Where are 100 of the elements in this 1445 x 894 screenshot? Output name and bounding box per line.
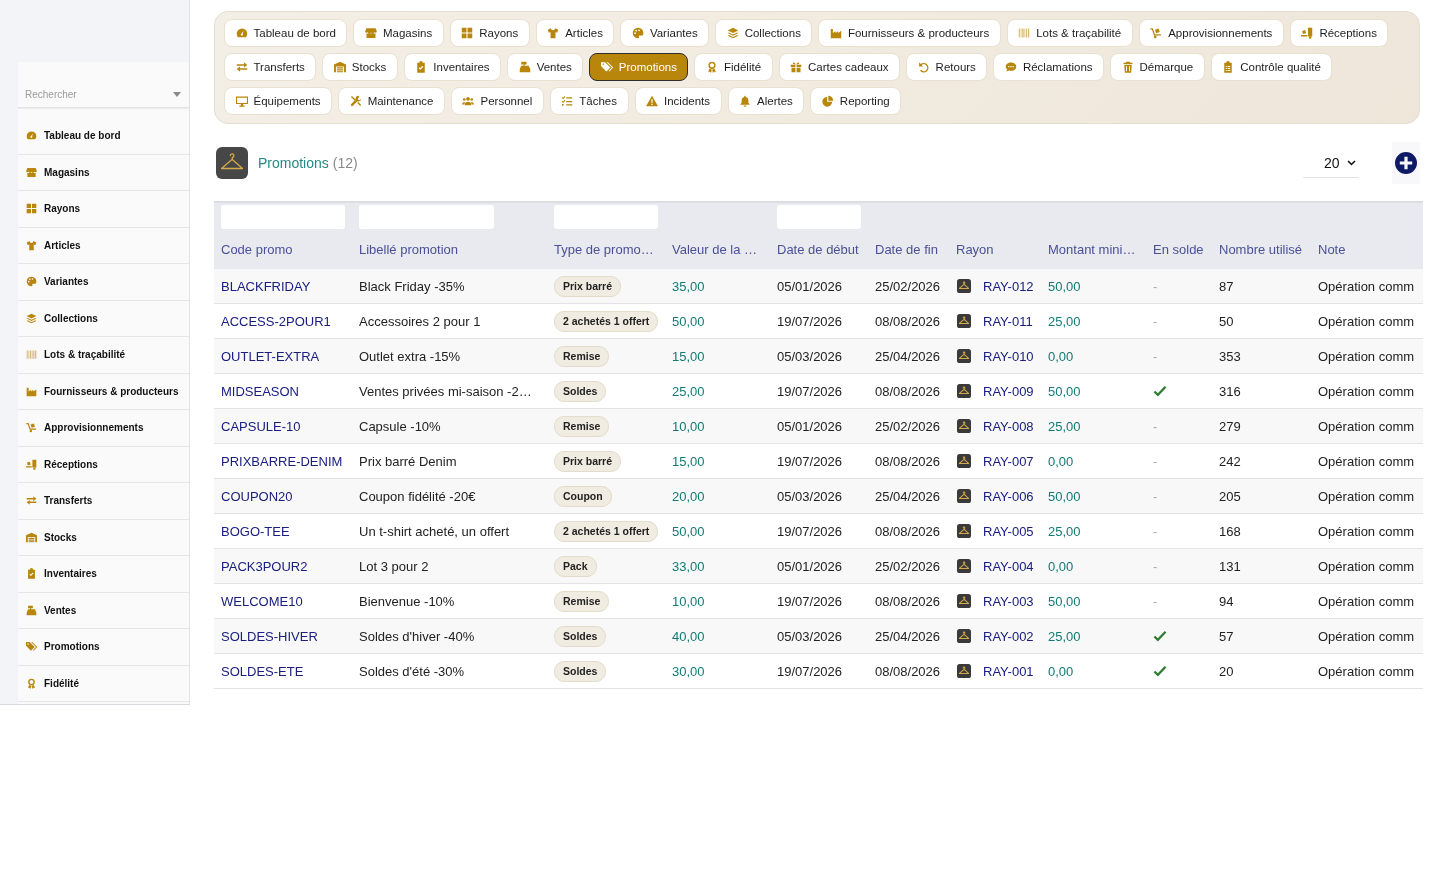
sidebar-item[interactable]: Fidélité (18, 665, 189, 702)
column-header[interactable]: En solde (1153, 242, 1204, 257)
table-cell: 0,00 (1041, 653, 1146, 689)
sidebar-item[interactable]: Lots & traçabilité (18, 337, 189, 374)
sidebar-item[interactable]: Approvisionnements (18, 410, 189, 447)
sidebar-item[interactable]: Fournisseurs & producteurs (18, 373, 189, 410)
rayon-link[interactable]: RAY-001 (983, 663, 1034, 679)
column-header[interactable]: Date de fin (875, 242, 938, 257)
empty-value: - (1153, 453, 1158, 469)
sidebar-item[interactable]: Stocks (18, 519, 189, 556)
nav-button[interactable]: Réclamations (993, 53, 1105, 81)
promo-code-link[interactable]: PRIXBARRE-DENIM (221, 453, 343, 469)
rayon-link[interactable]: RAY-002 (983, 628, 1034, 644)
nav-button[interactable]: Inventaires (403, 53, 502, 81)
sidebar-item[interactable]: Rayons (18, 191, 189, 228)
sidebar-item[interactable]: Articles (18, 227, 189, 264)
sidebar-item[interactable]: Tableau de bord (18, 118, 189, 155)
sidebar-item[interactable]: Collections (18, 300, 189, 337)
column-header[interactable]: Date de début (777, 242, 859, 257)
nav-button[interactable]: Équipements (224, 87, 333, 115)
rayon-link[interactable]: RAY-005 (983, 523, 1034, 539)
rayon-link[interactable]: RAY-006 (983, 488, 1034, 504)
empty-value: - (1153, 488, 1158, 504)
rayon-link[interactable]: RAY-008 (983, 418, 1034, 434)
rayon-link[interactable]: RAY-012 (983, 278, 1034, 294)
promo-code-link[interactable]: SOLDES-HIVER (221, 628, 318, 644)
promo-code-link[interactable]: MIDSEASON (221, 383, 299, 399)
nav-button[interactable]: Incidents (634, 87, 722, 115)
table-cell: 25/04/2026 (868, 618, 949, 654)
table-cell: 50,00 (665, 513, 770, 549)
nav-button[interactable]: Personnel (451, 87, 544, 115)
add-button[interactable] (1392, 142, 1420, 184)
sidebar-item[interactable]: Transferts (18, 483, 189, 520)
rayon-link[interactable]: RAY-003 (983, 593, 1034, 609)
table-cell: 35,00 (665, 269, 770, 304)
nav-button[interactable]: Alertes (727, 87, 805, 115)
promo-code-link[interactable]: ACCESS-2POUR1 (221, 313, 331, 329)
nav-button[interactable]: Approvisionnements (1138, 19, 1284, 47)
nav-button[interactable]: Magasins (353, 19, 444, 47)
column-header[interactable]: Nombre utilisé (1219, 242, 1303, 257)
table-cell: 25/02/2026 (868, 548, 949, 584)
sidebar-item[interactable]: Ventes (18, 592, 189, 629)
promo-code-link[interactable]: BLACKFRIDAY (221, 278, 311, 294)
nav-button[interactable]: Tableau de bord (224, 19, 348, 47)
sidebar-item[interactable]: Magasins (18, 154, 189, 191)
promo-code-link[interactable]: OUTLET-EXTRA (221, 348, 320, 364)
sidebar-item[interactable]: Inventaires (18, 556, 189, 593)
nav-button[interactable]: Fournisseurs & producteurs (818, 19, 1001, 47)
nav-button[interactable]: Reporting (810, 87, 902, 115)
empty-value: - (1153, 348, 1158, 364)
search-field[interactable]: Rechercher (25, 85, 173, 104)
nav-button[interactable]: Transferts (224, 53, 317, 81)
speech-bubble-icon (1004, 61, 1017, 73)
promo-code-link[interactable]: SOLDES-ETE (221, 663, 304, 679)
table-cell: 50,00 (1041, 373, 1146, 409)
nav-button[interactable]: Contrôle qualité (1210, 53, 1333, 81)
table-cell: Outlet extra -15% (352, 338, 547, 374)
page-size-select[interactable]: 20 (1303, 148, 1359, 178)
nav-button[interactable]: Rayons (449, 19, 530, 47)
nav-button[interactable]: Maintenance (338, 87, 445, 115)
column-header[interactable]: Montant mini… (1048, 242, 1136, 257)
nav-button[interactable]: Fidélité (694, 53, 773, 81)
sidebar-item[interactable]: Promotions (18, 629, 189, 666)
column-header[interactable]: Rayon (956, 242, 994, 257)
caret-down-icon[interactable] (173, 92, 181, 97)
nav-button[interactable]: Ventes (507, 53, 584, 81)
nav-button[interactable]: Cartes cadeaux (778, 53, 901, 81)
promo-code-link[interactable]: PACK3POUR2 (221, 558, 308, 574)
nav-button[interactable]: Stocks (322, 53, 398, 81)
nav-button[interactable]: Lots & traçabilité (1006, 19, 1133, 47)
table-cell: 25,00 (1041, 618, 1146, 654)
column-header[interactable]: Valeur de la … (672, 242, 758, 257)
column-header[interactable]: Type de promo… (554, 242, 654, 257)
nav-button[interactable]: Retours (906, 53, 988, 81)
transfer-arrows-icon (26, 495, 37, 507)
column-header[interactable]: Note (1318, 242, 1346, 257)
table-cell: 05/03/2026 (770, 478, 868, 514)
column-header[interactable]: Libellé promotion (359, 242, 458, 257)
rayon-link[interactable]: RAY-010 (983, 348, 1034, 364)
nav-button[interactable]: Collections (715, 19, 813, 47)
nav-button[interactable]: Réceptions (1289, 19, 1389, 47)
promo-code-link[interactable]: COUPON20 (221, 488, 293, 504)
nav-button[interactable]: Variantes (620, 19, 710, 47)
sidebar-item[interactable]: Réceptions (18, 446, 189, 483)
nav-button[interactable]: Articles (535, 19, 615, 47)
rayon-link[interactable]: RAY-004 (983, 558, 1034, 574)
nav-button[interactable]: Tâches (549, 87, 629, 115)
rayon-link[interactable]: RAY-011 (983, 313, 1033, 329)
table-cell: 33,00 (665, 548, 770, 584)
promo-code-link[interactable]: WELCOME10 (221, 593, 303, 609)
table-cell: 19/07/2026 (770, 653, 868, 689)
hand-truck-icon (26, 422, 37, 434)
sidebar-item[interactable]: Variantes (18, 264, 189, 301)
nav-button[interactable]: Démarque (1110, 53, 1205, 81)
t-shirt-icon (26, 239, 37, 251)
promo-code-link[interactable]: CAPSULE-10 (221, 418, 301, 434)
rayon-link[interactable]: RAY-009 (983, 383, 1034, 399)
rayon-link[interactable]: RAY-007 (983, 453, 1034, 469)
promo-code-link[interactable]: BOGO-TEE (221, 523, 290, 539)
column-header[interactable]: Code promo (221, 242, 293, 257)
